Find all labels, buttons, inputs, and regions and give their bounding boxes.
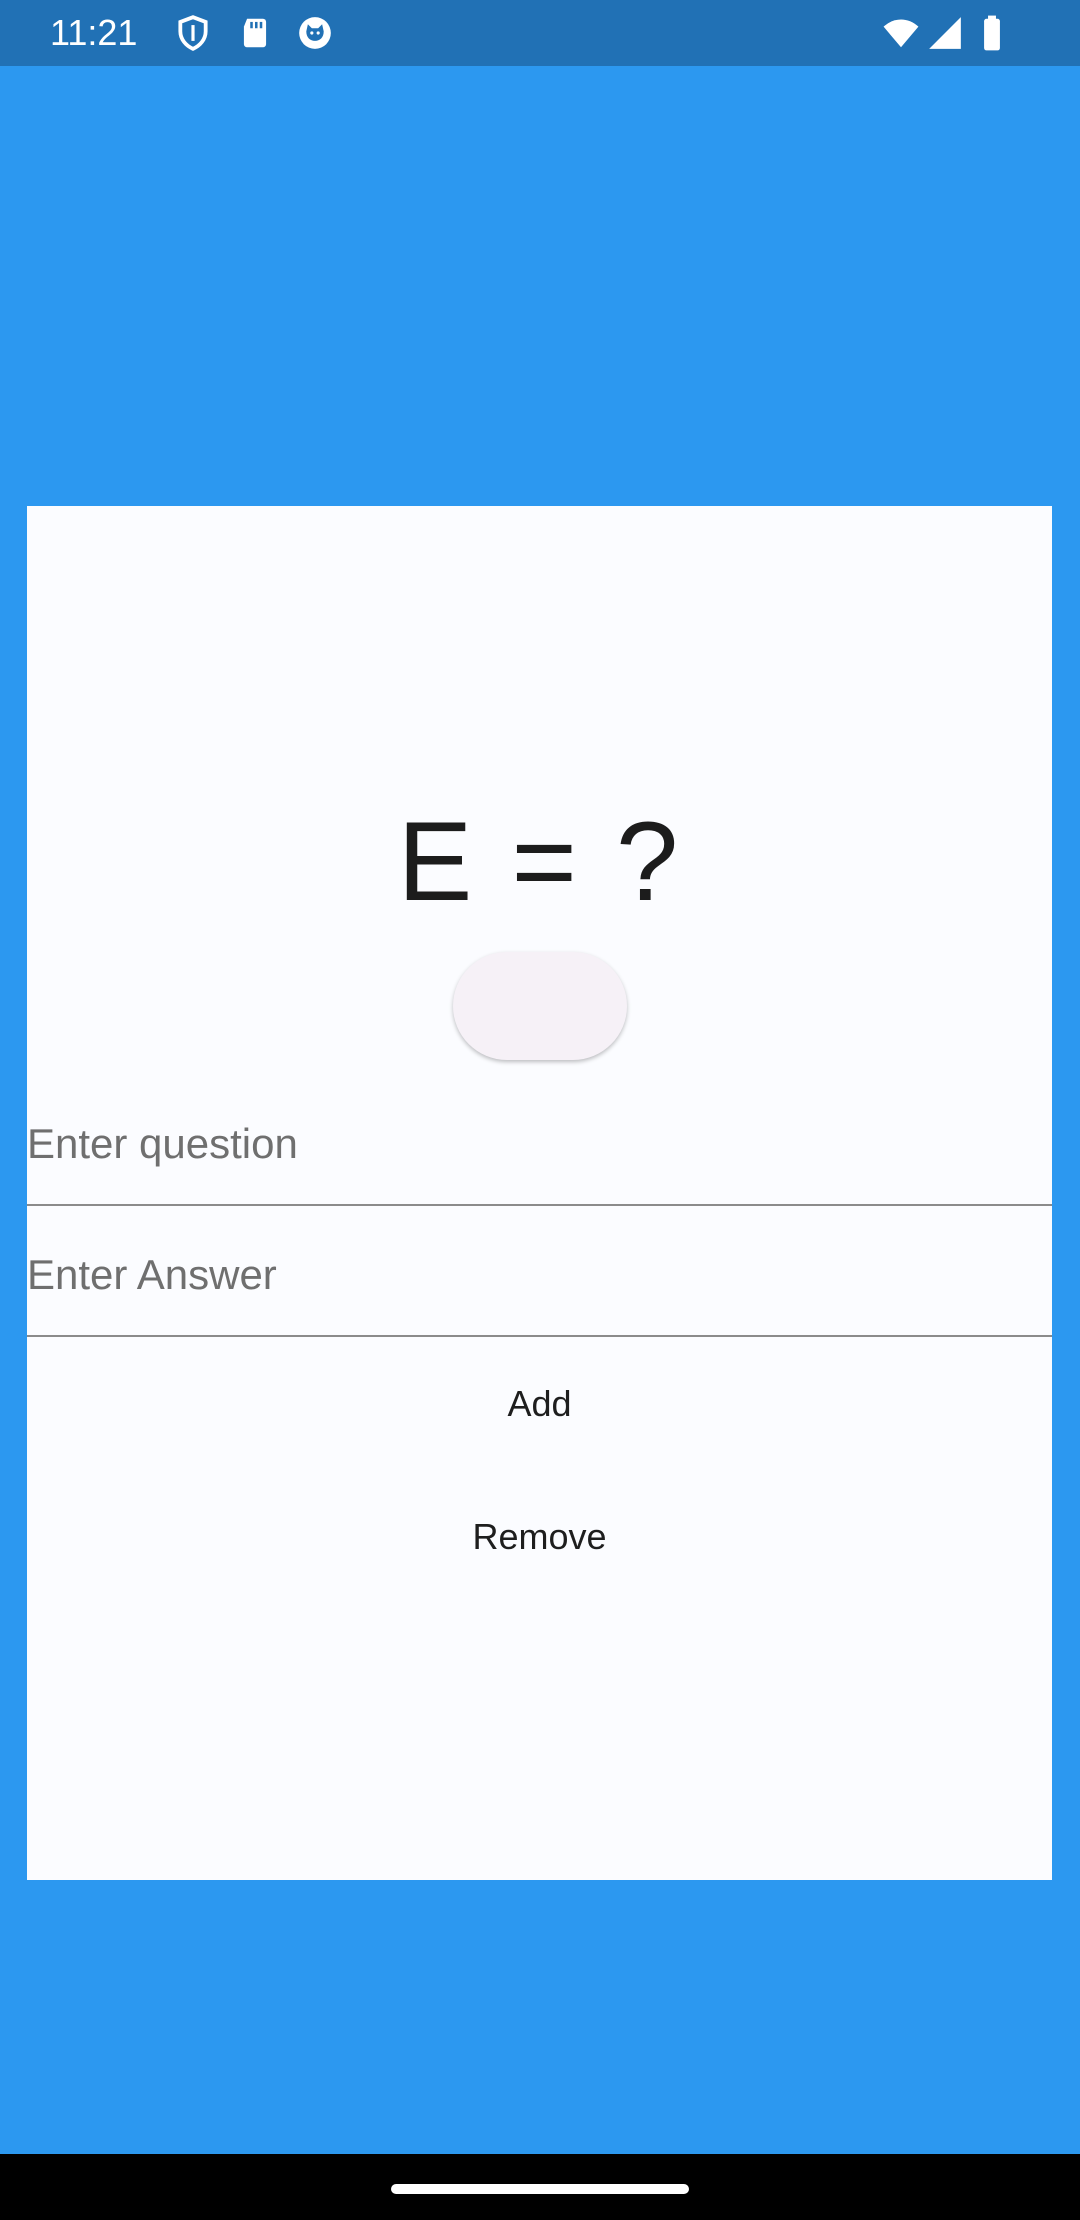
cellular-signal-icon [926, 14, 964, 52]
add-button[interactable]: Add [27, 1378, 1052, 1430]
answer-field[interactable] [27, 1207, 1052, 1337]
question-field[interactable] [27, 1076, 1052, 1206]
status-bar: 11:21 [0, 0, 1080, 66]
status-time: 11:21 [50, 12, 138, 53]
remove-button[interactable]: Remove [27, 1511, 1052, 1563]
shield-icon [174, 14, 212, 52]
home-gesture-handle[interactable] [391, 2184, 689, 2194]
question-input[interactable] [27, 1114, 1052, 1174]
battery-icon [973, 14, 1011, 52]
cat-face-icon [296, 14, 334, 52]
answer-input[interactable] [27, 1245, 1052, 1305]
equation-display: E = ? [397, 799, 683, 924]
reveal-answer-button[interactable] [453, 952, 627, 1060]
navigation-bar [0, 2154, 1080, 2220]
sd-card-icon [236, 14, 274, 52]
wifi-icon [882, 14, 920, 52]
